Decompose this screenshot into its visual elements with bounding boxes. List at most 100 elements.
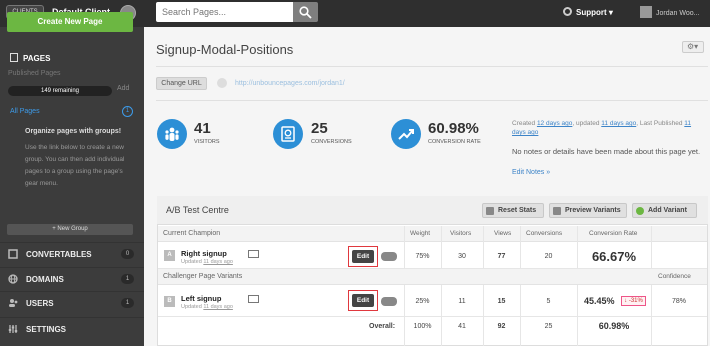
conversions-label: CONVERSIONS [311,139,352,145]
updated-prefix: Updated [181,259,202,265]
search-input[interactable] [156,2,293,22]
variant-a-rate: 66.67% [591,249,637,264]
col-conversion-rate: Conversion Rate [589,230,638,237]
preview-variants-button[interactable]: Preview Variants [549,203,627,218]
updated-link[interactable]: 11 days ago [601,120,636,127]
reset-stats-button[interactable]: Reset Stats [482,203,544,218]
variant-b-updated: Updated 11 days ago [181,304,233,310]
sidebar-item-count: 0 [121,249,134,259]
variant-a-updated: Updated 11 days ago [181,259,233,265]
sidebar-item-label: SETTINGS [26,325,67,334]
preview-variants-label: Preview Variants [565,207,621,214]
sidebar-item-count: 1 [121,298,134,308]
chevron-down-icon: ▾ [608,8,613,17]
change-url-button[interactable]: Change URL [156,77,207,90]
reset-stats-label: Reset Stats [498,207,537,214]
add-published-link[interactable]: Add [117,85,129,92]
sidebar-item-users[interactable]: USERS 1 [0,291,144,313]
support-menu[interactable]: Support ▾ [563,7,613,17]
gear-icon: ⚙▾ [687,42,699,51]
overall-rate: 60.98% [598,321,630,331]
add-icon [636,207,644,215]
add-variant-button[interactable]: Add Variant [632,203,697,218]
support-label: Support [576,8,607,17]
sidebar-item-label: USERS [26,299,54,308]
lock-icon [217,78,227,88]
sidebar-item-convertables[interactable]: CONVERTABLES 0 [0,242,144,264]
overall-visitors: 41 [458,323,466,330]
published-pages-label: Published Pages [8,70,61,77]
col-conversions: Conversions [526,230,563,237]
divider [156,66,708,67]
page-title: Signup-Modal-Positions [156,42,294,57]
visitors-label: VISITORS [194,139,220,145]
ab-test-title: A/B Test Centre [166,205,229,215]
updated-link[interactable]: 11 days ago [203,259,233,265]
variant-b-name[interactable]: Left signup [181,294,221,303]
variant-a-views: 77 [497,253,506,260]
page-url-link[interactable]: http://unbouncepages.com/jordan1/ [235,80,345,87]
col-divider [651,226,652,346]
edit-variant-b-button[interactable]: Edit [352,294,374,307]
visitors-icon [157,119,187,149]
globe-icon [8,274,18,284]
organize-text: Use the link below to create a new group… [25,144,125,187]
col-confidence: Confidence [658,273,691,280]
variant-a-badge: A [164,250,175,261]
variant-b-visitors: 11 [458,298,466,305]
col-views: Views [494,230,512,237]
sidebar-item-settings[interactable]: SETTINGS [0,317,144,339]
edit-variant-a-button[interactable]: Edit [352,250,374,263]
convertables-icon [8,249,18,259]
variant-b-gear-menu[interactable] [381,297,397,306]
create-new-page-button[interactable]: Create New Page [7,12,133,32]
updated-link[interactable]: 11 days ago [203,304,233,310]
variant-b-badge: B [164,296,175,307]
sidebar-item-count: 1 [121,274,134,284]
all-pages-count: 1 [122,106,133,117]
trend-icon [391,119,421,149]
users-icon [9,299,18,307]
search-button[interactable] [293,2,318,22]
row-divider [158,316,707,317]
add-variant-label: Add Variant [648,207,687,214]
page-meta: Created 12 days ago, updated 11 days ago… [512,119,702,137]
settings-icon [8,325,18,333]
sidebar-item-label: CONVERTABLES [26,250,92,259]
preview-icon [553,207,561,215]
desktop-preview-icon[interactable] [248,250,259,258]
col-weight: Weight [410,230,431,237]
sidebar-item-domains[interactable]: DOMAINS 1 [0,267,144,289]
overall-views: 92 [497,323,506,330]
user-menu[interactable]: Jordan Woo... [640,6,699,18]
search-icon [299,6,312,19]
overall-label: Overall: [369,323,396,330]
remaining-meter: 149 remaining [8,86,112,96]
variant-a-conversions: 20 [544,253,553,260]
user-avatar [640,6,652,18]
desktop-preview-icon[interactable] [248,295,259,303]
variant-b-change-badge: ↓ -31% [621,296,646,306]
variant-b-weight: 25% [415,298,430,305]
conversions-icon [273,119,303,149]
meta-published-prefix: , Last Published [636,120,683,127]
pages-heading[interactable]: PAGES [10,53,50,63]
conversions-value: 25 [311,120,328,137]
variant-a-gear-menu[interactable] [381,252,397,261]
sidebar-item-label: DOMAINS [26,275,64,284]
conversion-rate-label: CONVERSION RATE [428,139,481,145]
overall-weight: 100% [413,323,432,330]
created-link[interactable]: 12 days ago [537,120,572,127]
challenger-label: Challenger Page Variants [163,273,243,280]
overall-conversions: 25 [544,323,553,330]
new-group-button[interactable]: + New Group [7,224,133,235]
edit-notes-link[interactable]: Edit Notes » [512,169,550,176]
meta-created-prefix: Created [512,120,536,127]
meta-updated-prefix: , updated [572,120,600,127]
variant-b-confidence: 78% [671,298,686,305]
page-gear-menu[interactable]: ⚙▾ [682,41,704,53]
variant-a-name[interactable]: Right signup [181,249,227,258]
lifebuoy-icon [563,7,572,16]
pages-icon [10,53,18,62]
sidebar-item-all-pages[interactable]: All Pages [10,108,40,115]
